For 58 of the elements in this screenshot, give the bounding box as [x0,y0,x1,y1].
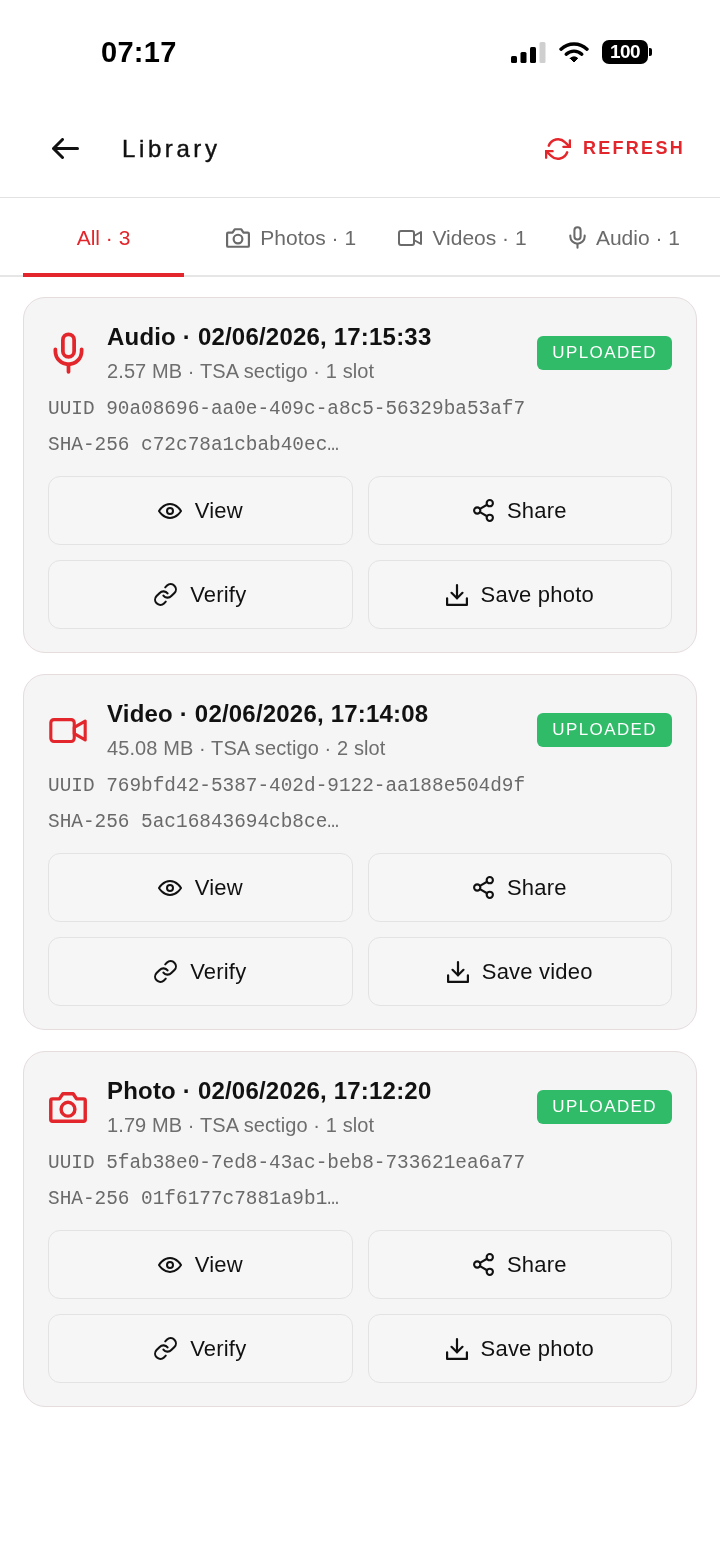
microphone-icon [568,226,586,249]
back-arrow-icon [52,138,79,159]
verify-button[interactable]: Verify [48,560,353,629]
media-title: Audio · 02/06/2026, 17:15:33 [107,323,433,351]
uuid-text: UUID 90a08696-aa0e-409c-a8c5-56329ba53af7 [48,397,527,422]
status-time: 07:17 [101,35,177,69]
refresh-icon [544,137,571,160]
battery-indicator: 100 [602,40,652,64]
microphone-icon [52,332,84,374]
filter-tab[interactable]: Photos · 1 [226,198,357,277]
back-button[interactable] [50,136,81,161]
eye-icon [157,502,182,519]
view-button[interactable]: View [48,853,353,922]
media-title: Video · 02/06/2026, 17:14:08 [107,700,430,728]
save-button[interactable]: Save photo [367,560,672,629]
link-icon [154,960,178,983]
video-camera-icon [49,717,87,743]
link-icon [154,1337,178,1360]
share-icon [472,876,494,899]
eye-icon [157,879,182,896]
uuid-text: UUID 5fab38e0-7ed8-43ac-beb8-733621ea6a77 [48,1151,527,1176]
wifi-icon [559,41,589,63]
share-button[interactable]: Share [367,476,672,545]
view-button[interactable]: View [48,1230,353,1299]
media-details: 2.57 MB · TSA sectigo · 1 slot [107,359,376,383]
hash-text: SHA-256 5ac16843694cb8ce… [48,810,340,835]
camera-icon [226,227,251,248]
status-badge: UPLOADED [537,336,672,370]
uuid-text: UUID 769bfd42-5387-402d-9122-aa188e504d9f [48,774,527,799]
media-details: 45.08 MB · TSA sectigo · 2 slot [107,736,387,760]
share-button[interactable]: Share [367,1230,672,1299]
hash-text: SHA-256 01f6177c7881a9b1… [48,1187,340,1212]
share-icon [472,499,494,522]
page-title: Library [122,134,221,163]
signal-icon [511,41,546,63]
filter-tab[interactable]: All · 3 [23,198,184,277]
view-button[interactable]: View [48,476,353,545]
download-icon [445,583,468,606]
share-icon [472,1253,494,1276]
save-button[interactable]: Save video [367,937,672,1006]
share-button[interactable]: Share [367,853,672,922]
camera-icon [49,1091,87,1123]
download-icon [446,960,469,983]
verify-button[interactable]: Verify [48,1314,353,1383]
save-button[interactable]: Save photo [367,1314,672,1383]
eye-icon [157,1256,182,1273]
download-icon [445,1337,468,1360]
media-title: Photo · 02/06/2026, 17:12:20 [107,1077,433,1105]
video-camera-icon [398,229,423,246]
link-icon [154,583,178,606]
refresh-button[interactable]: REFRESH [544,137,685,160]
verify-button[interactable]: Verify [48,937,353,1006]
hash-text: SHA-256 c72c78a1cbab40ec… [48,433,340,458]
status-badge: UPLOADED [537,1090,672,1124]
filter-tab[interactable]: Videos · 1 [398,198,527,277]
status-badge: UPLOADED [537,713,672,747]
media-details: 1.79 MB · TSA sectigo · 1 slot [107,1113,376,1137]
filter-tab[interactable]: Audio · 1 [568,198,680,277]
